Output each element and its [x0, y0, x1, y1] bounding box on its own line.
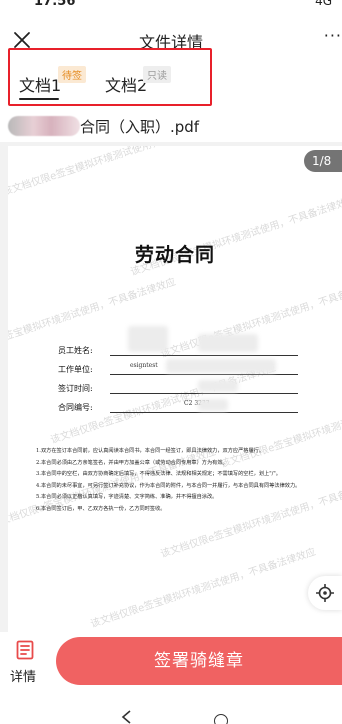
clause-text: 6.本合同签订后，甲、乙双方各执一份，乙方同时签收。: [36, 505, 166, 512]
sign-seam-seal-button[interactable]: 签署骑缝章: [56, 637, 342, 685]
field-sign-date: 签订时间:: [58, 378, 298, 397]
back-icon[interactable]: [120, 710, 134, 724]
file-name: 合同（入职）.pdf: [80, 118, 200, 136]
clause-text: 3.本合同中的空栏，由双方协商确定后填写，不得违反法律、法规和相关规定；不需填写…: [36, 471, 281, 477]
crosshair-icon: [316, 584, 334, 602]
document-viewer[interactable]: 该文档仅限e签宝模拟环境测试使用，不具备法律效应 该文档仅限e签宝模拟环境测试使…: [0, 142, 342, 632]
redacted-blur: [128, 326, 168, 352]
bottom-action-bar: 详情 签署骑缝章: [0, 632, 342, 704]
field-label: 签订时间:: [58, 384, 93, 393]
status-bar: 17:56 4G: [0, 0, 342, 14]
document-page: 该文档仅限e签宝模拟环境测试使用，不具备法律效应 该文档仅限e签宝模拟环境测试使…: [8, 146, 342, 632]
clause-text: 4.本合同的未尽事宜，可另行签订补充协议，作为本合同的附件，与本合同一并履行，与…: [36, 482, 301, 489]
document-title: 劳动合同: [134, 244, 215, 266]
field-label: 合同编号:: [58, 403, 93, 412]
status-network: 4G: [315, 0, 332, 8]
detail-label: 详情: [10, 670, 37, 685]
clause-text: 5.本合同必须以正楷认真填写，字迹清楚、文字简练、准确，并不得擅自涂改。: [36, 494, 218, 500]
status-time: 17:56: [34, 0, 76, 9]
home-icon[interactable]: [214, 714, 228, 724]
field-label: 工作单位:: [58, 365, 93, 374]
watermark: 该文档仅限e签宝模拟环境测试使用，不具备法律效应: [8, 146, 230, 199]
more-button[interactable]: ···: [324, 26, 342, 45]
field-work-unit: 工作单位: esigntest: [58, 359, 298, 378]
field-underline: [110, 412, 298, 413]
field-underline: [110, 355, 298, 356]
page-indicator: 1/8: [304, 150, 342, 172]
redacted-blur: [8, 116, 80, 136]
contract-fields: 员工姓名: 工作单位: esigntest 签订时间: 合同编号: C2 323…: [58, 326, 298, 416]
field-value: esigntest: [130, 362, 158, 369]
field-underline: [110, 393, 298, 394]
contract-notes: 1.双方在签订本合同前，应认真阅读本合同书，本合同一经签订，即具法律效力，双方应…: [36, 446, 336, 515]
redacted-blur: [198, 334, 258, 352]
watermark: 该文档仅限e签宝模拟环境测试使用，不具备法律效应: [89, 546, 318, 631]
locate-signature-button[interactable]: [308, 576, 342, 610]
field-employee-name: 员工姓名:: [58, 326, 298, 359]
field-contract-number: 合同编号: C2 3233: [58, 397, 298, 416]
file-name-row: 合同（入职）.pdf: [0, 110, 342, 142]
detail-button[interactable]: 详情: [8, 640, 44, 686]
redacted-blur: [198, 399, 228, 411]
field-underline: [110, 374, 298, 375]
redacted-blur: [198, 380, 238, 392]
clause-text: 2.本合同必须由乙方亲笔签名，并由甲方加盖公章（或劳动合同专用章）方为有效。: [36, 459, 228, 466]
system-nav-bar: [0, 704, 342, 724]
annotation-highlight-box: [8, 48, 212, 106]
clause-text: 1.双方在签订本合同前，应认真阅读本合同书，本合同一经签订，即具法律效力，双方应…: [36, 448, 265, 454]
document-list-icon: [16, 640, 34, 660]
redacted-blur: [166, 359, 276, 373]
field-label: 员工姓名:: [58, 346, 93, 355]
